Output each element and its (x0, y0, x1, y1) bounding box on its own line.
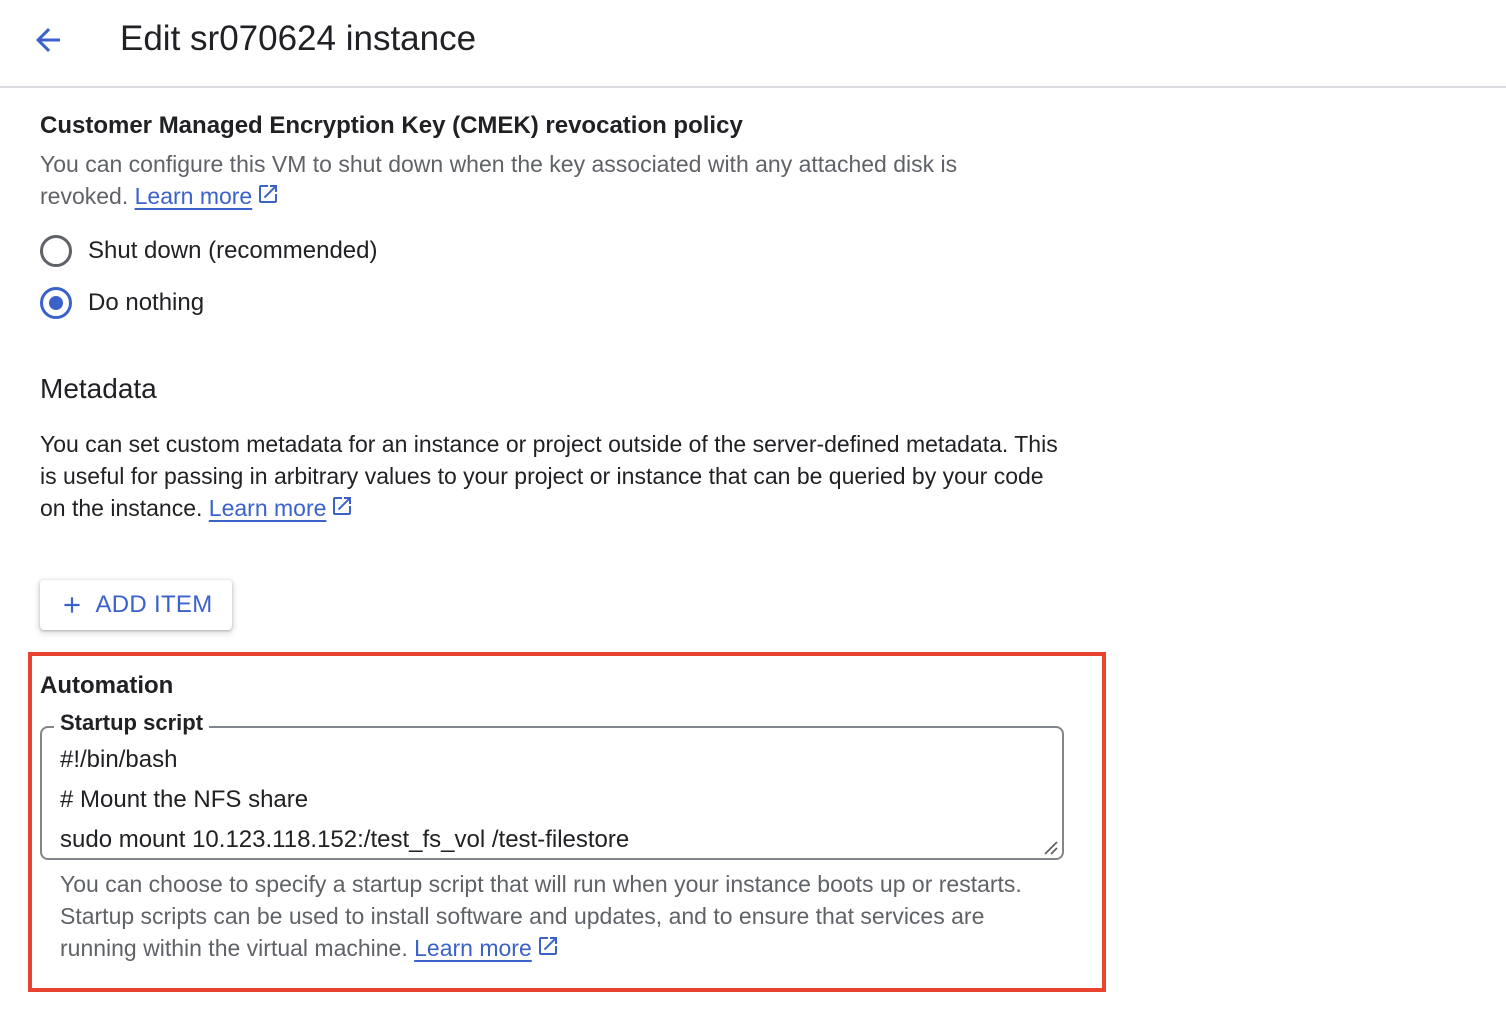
external-link-icon[interactable] (536, 934, 560, 958)
metadata-section-title: Metadata (40, 373, 157, 404)
cmek-learn-more-link[interactable]: Learn more (135, 183, 253, 209)
metadata-description-text: You can set custom metadata for an insta… (40, 431, 1058, 521)
script-line: sudo mount 10.123.118.152:/test_fs_vol /… (60, 826, 630, 853)
page-title: Edit sr070624 instance (120, 19, 477, 58)
startup-script-label: Startup script (54, 710, 210, 736)
external-link-icon[interactable] (256, 182, 280, 206)
metadata-description: You can set custom metadata for an insta… (40, 428, 1070, 524)
page-header: Edit sr070624 instance (0, 0, 1506, 88)
add-item-label: ADD ITEM (95, 591, 213, 618)
radio-do-nothing[interactable]: Do nothing (40, 287, 204, 319)
radio-button-do-nothing[interactable] (40, 287, 72, 319)
startup-script-textarea[interactable]: #!/bin/bash # Mount the NFS share sudo m… (60, 740, 1050, 860)
radio-button-shut-down[interactable] (40, 235, 72, 267)
back-button[interactable] (22, 18, 74, 62)
script-line: #!/bin/bash (60, 746, 178, 773)
arrow-left-icon (36, 28, 60, 52)
script-line: # Mount the NFS share (60, 786, 309, 813)
radio-label-shut-down: Shut down (recommended) (88, 237, 378, 264)
startup-script-helper: You can choose to specify a startup scri… (60, 868, 1060, 964)
automation-section-title: Automation (40, 672, 174, 699)
radio-label-do-nothing: Do nothing (88, 289, 205, 316)
metadata-learn-more-link[interactable]: Learn more (209, 495, 327, 521)
cmek-section-title: Customer Managed Encryption Key (CMEK) r… (40, 112, 743, 139)
resize-handle-icon[interactable] (1041, 838, 1059, 856)
radio-shut-down[interactable]: Shut down (recommended) (40, 235, 377, 267)
plus-icon (64, 597, 81, 613)
external-link-icon[interactable] (330, 494, 354, 518)
cmek-description: You can configure this VM to shut down w… (40, 148, 1020, 212)
automation-learn-more-link[interactable]: Learn more (414, 935, 532, 961)
add-item-button[interactable]: ADD ITEM (40, 580, 232, 630)
